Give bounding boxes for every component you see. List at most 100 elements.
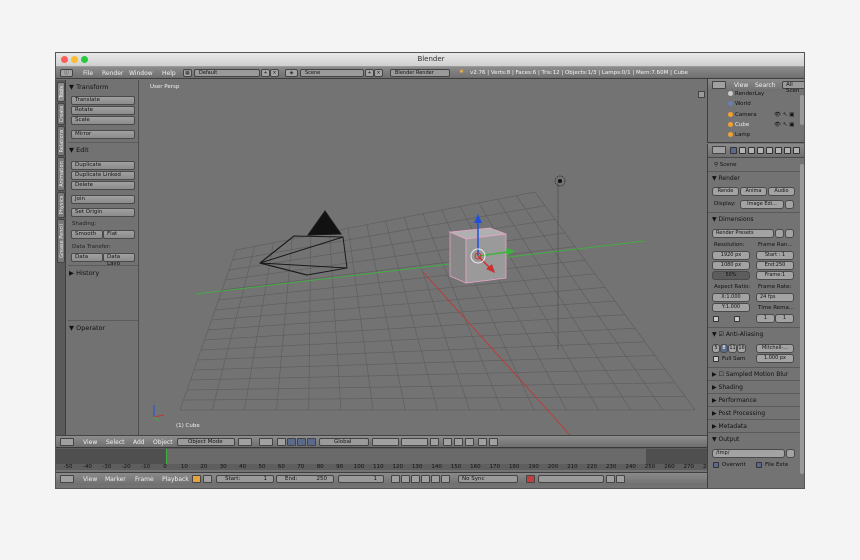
tab-create[interactable]: Create [57, 103, 65, 125]
jump-start-icon[interactable] [391, 475, 400, 483]
start-frame-field[interactable]: Start: 1 [216, 475, 274, 483]
object-tab-icon[interactable] [766, 147, 773, 154]
layout-grid-icon[interactable]: ▦ [183, 69, 192, 77]
visibility-icons[interactable]: 👁 ↖ ▣ [774, 122, 794, 128]
current-frame-indicator[interactable] [166, 449, 167, 464]
viewport-shading-icon[interactable] [238, 438, 252, 446]
editor-type-3d-icon[interactable] [60, 438, 74, 446]
menu-playback[interactable]: Playback [162, 476, 189, 483]
set-origin-button[interactable]: Set Origin [71, 208, 135, 217]
flat-shading-button[interactable]: Flat [103, 230, 135, 239]
tab-physics[interactable]: Physics [57, 192, 65, 218]
range-lock-icon[interactable] [203, 475, 212, 483]
menu-window[interactable]: Window [129, 70, 153, 77]
aa-samples-5[interactable]: 5 [712, 344, 720, 353]
frame-step-field[interactable]: Frame:1 [756, 271, 794, 280]
menu-render[interactable]: Render [102, 70, 123, 77]
overwrite-checkbox[interactable] [713, 462, 719, 468]
transform-orientation-select[interactable]: Global [319, 438, 369, 446]
timeline-editor[interactable]: -50 -40 -30 -20 -10 0 10 20 30 40 50 60 70 80 90 100 110… [56, 447, 713, 470]
scene-icon[interactable]: ◈ [285, 69, 298, 77]
scale-button[interactable]: Scale [71, 116, 135, 125]
sampled-motion-blur-panel-header[interactable]: ▶ ☐ Sampled Motion Blur [712, 371, 788, 378]
delete-keyframe-icon[interactable] [616, 475, 625, 483]
tab-tools[interactable]: Tools [57, 82, 65, 102]
remove-preset-icon[interactable] [785, 229, 794, 238]
mode-select[interactable]: Object Mode [177, 438, 235, 446]
frame-end-field[interactable]: End:250 [756, 261, 794, 270]
post-processing-panel-header[interactable]: ▶ Post Processing [712, 410, 765, 417]
frame-start-field[interactable]: Start : 1 [756, 251, 794, 260]
mirror-button[interactable]: Mirror [71, 130, 135, 139]
outliner-search-menu[interactable]: Search [755, 82, 776, 89]
aspect-y-field[interactable]: Y:1.000 [712, 303, 750, 312]
snap-icon[interactable] [454, 438, 463, 446]
layers-grid-a[interactable] [372, 438, 399, 446]
time-remap-new-field[interactable]: 1 [775, 314, 794, 323]
history-panel-header[interactable]: ▶ History [69, 269, 99, 277]
texture-tab-icon[interactable] [793, 147, 800, 154]
scale-manipulator-icon[interactable] [307, 438, 316, 446]
edit-panel-header[interactable]: ▼ Edit [69, 146, 89, 154]
operator-panel-header[interactable]: ▼ Operator [69, 324, 105, 332]
jump-next-key-icon[interactable] [431, 475, 440, 483]
outliner-scrollbar[interactable] [800, 95, 804, 125]
resolution-percentage-slider[interactable]: 50% [712, 271, 750, 280]
add-preset-icon[interactable] [775, 229, 784, 238]
render-animation-icon[interactable] [489, 438, 498, 446]
keying-set-field[interactable] [538, 475, 604, 483]
render-still-icon[interactable] [478, 438, 487, 446]
timeline-strip[interactable] [56, 449, 707, 464]
border-checkbox[interactable] [713, 316, 719, 322]
menu-file[interactable]: File [83, 70, 93, 77]
translate-manipulator-icon[interactable] [287, 438, 296, 446]
render-panel-header[interactable]: ▼ Render [712, 175, 740, 182]
remove-layout-icon[interactable]: × [270, 69, 279, 77]
outliner-item-renderlayers[interactable]: RenderLay [728, 91, 764, 97]
scene-tab-icon[interactable] [748, 147, 755, 154]
anti-aliasing-panel-header[interactable]: ▼ ☑ Anti-Aliasing [712, 331, 763, 338]
delete-button[interactable]: Delete [71, 181, 135, 190]
menu-add[interactable]: Add [133, 439, 145, 446]
menu-marker[interactable]: Marker [105, 476, 126, 483]
play-icon[interactable] [421, 475, 430, 483]
tab-animation[interactable]: Animation [57, 157, 65, 191]
rotate-button[interactable]: Rotate [71, 106, 135, 115]
crop-checkbox[interactable] [734, 316, 740, 322]
render-tab-icon[interactable] [730, 147, 737, 154]
display-window-icon[interactable] [785, 200, 794, 209]
outliner-item-world[interactable]: World [728, 101, 751, 107]
render-animation-button[interactable]: Anima [740, 187, 767, 196]
file-extensions-checkbox[interactable] [756, 462, 762, 468]
menu-frame[interactable]: Frame [135, 476, 154, 483]
world-tab-icon[interactable] [757, 147, 764, 154]
performance-panel-header[interactable]: ▶ Performance [712, 397, 757, 404]
dimensions-panel-header[interactable]: ▼ Dimensions [712, 216, 754, 223]
metadata-panel-header[interactable]: ▶ Metadata [712, 423, 747, 430]
scene-field[interactable]: Scene [300, 69, 364, 77]
menu-view[interactable]: View [83, 439, 97, 446]
render-engine-select[interactable]: Blender Render [390, 69, 450, 77]
snap-element-icon[interactable] [465, 438, 474, 446]
data-transfer-button[interactable]: Data [71, 253, 103, 262]
viewport-scene[interactable] [140, 80, 707, 435]
duplicate-linked-button[interactable]: Duplicate Linked [71, 171, 135, 180]
sync-mode-select[interactable]: No Sync [458, 475, 518, 483]
pivot-point-icon[interactable] [259, 438, 273, 446]
aa-samples-16[interactable]: 16 [737, 344, 746, 353]
properties-scrollbar[interactable] [800, 164, 804, 474]
frame-rate-select[interactable]: 24 fps [756, 293, 794, 302]
add-scene-icon[interactable]: + [365, 69, 374, 77]
translate-button[interactable]: Translate [71, 96, 135, 105]
proportional-edit-icon[interactable] [443, 438, 452, 446]
remove-scene-icon[interactable]: × [374, 69, 383, 77]
editor-type-timeline-icon[interactable] [60, 475, 74, 483]
manipulator-toggle-icon[interactable] [277, 438, 286, 446]
jump-end-icon[interactable] [441, 475, 450, 483]
3d-viewport[interactable]: User Persp (1) Cube [140, 80, 707, 435]
editor-type-outliner-icon[interactable] [712, 81, 726, 89]
outliner-item-cube[interactable]: Cube [728, 122, 749, 128]
lamp-object[interactable] [554, 175, 566, 187]
menu-select[interactable]: Select [106, 439, 125, 446]
jump-prev-key-icon[interactable] [401, 475, 410, 483]
